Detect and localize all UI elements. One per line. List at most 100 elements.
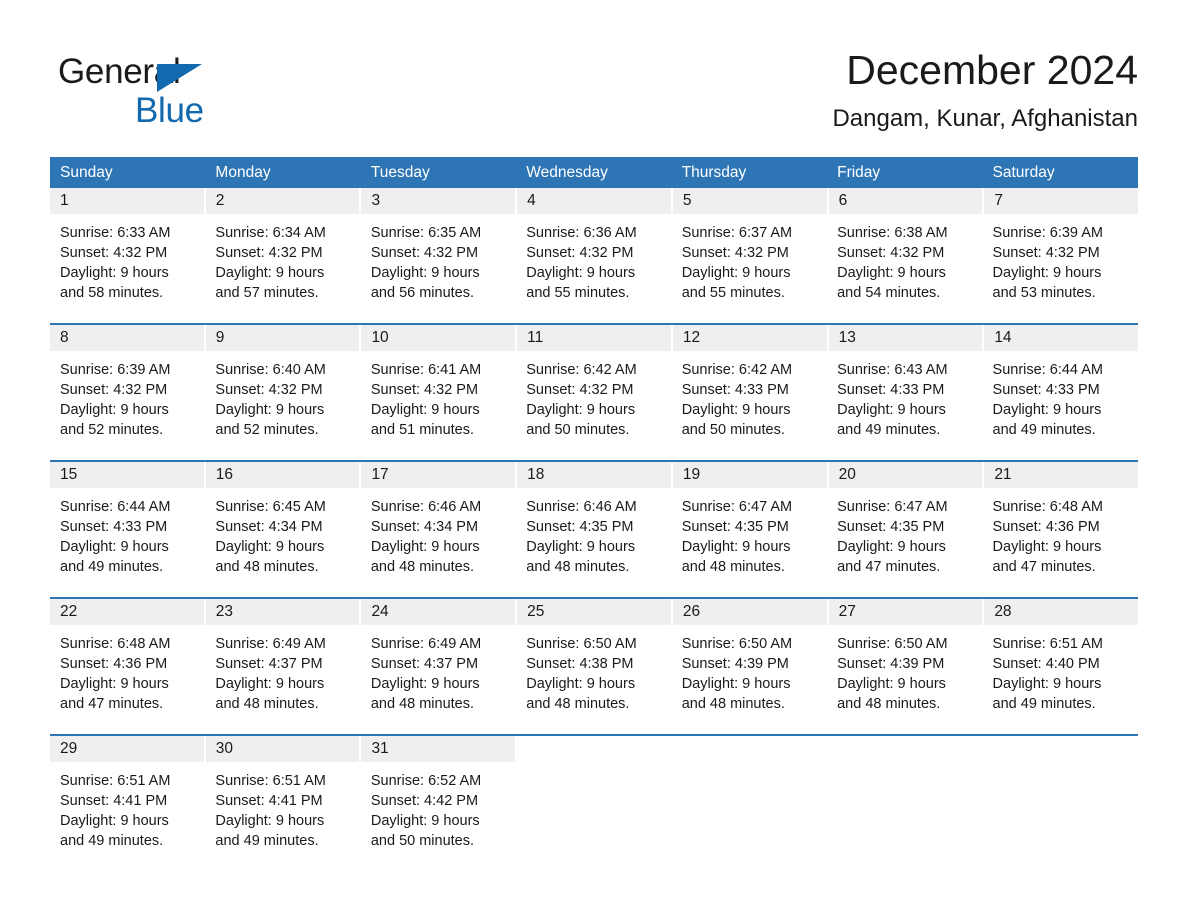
day-sunset-text: Sunset: 4:41 PM [215, 793, 323, 810]
day-number[interactable]: 15 [50, 462, 206, 488]
day-cell[interactable]: Sunrise: 6:47 AM Sunset: 4:35 PM Daylight:… [672, 488, 827, 597]
day-number[interactable]: 2 [205, 188, 362, 214]
day-sunrise-text: Sunrise: 6:37 AM [681, 225, 793, 241]
day-number[interactable]: 3 [361, 188, 518, 214]
day-number[interactable]: 20 [828, 462, 985, 488]
day-number[interactable]: 1 [50, 188, 206, 214]
day-number[interactable]: 12 [672, 325, 829, 351]
day-cell[interactable]: Sunrise: 6:36 AM Sunset: 4:32 PM Daylight:… [516, 214, 671, 323]
day-number[interactable]: 18 [517, 462, 673, 488]
day-cell[interactable]: Sunrise: 6:39 AM Sunset: 4:32 PM Daylight:… [50, 351, 205, 460]
day-number[interactable]: 8 [50, 325, 206, 351]
day-number[interactable]: 10 [361, 325, 518, 351]
day-sunrise-text: Sunrise: 6:45 AM [215, 499, 326, 515]
day-daylight-line2-text: and 48 minutes. [215, 696, 319, 713]
day-daylight-line1-text: Daylight: 9 hours [370, 813, 480, 830]
day-number[interactable]: 28 [984, 599, 1139, 625]
day-number[interactable]: 4 [517, 188, 673, 214]
day-number[interactable]: 30 [205, 736, 362, 762]
day-number[interactable]: 27 [828, 599, 985, 625]
day-cell[interactable]: Sunrise: 6:42 AM Sunset: 4:32 PM Daylight:… [516, 351, 671, 460]
day-number[interactable]: 16 [205, 462, 362, 488]
day-daylight-line2-text: and 50 minutes. [526, 422, 630, 439]
day-sunrise-text: Sunrise: 6:48 AM [60, 636, 171, 652]
weekday-header-thursday: Thursday [681, 164, 747, 181]
day-sunset-text: Sunset: 4:32 PM [837, 245, 945, 262]
generalblue-logo[interactable]: General Blue [58, 52, 318, 136]
day-cell[interactable]: Sunrise: 6:51 AM Sunset: 4:41 PM Daylight:… [205, 762, 360, 874]
day-cell[interactable]: Sunrise: 6:41 AM Sunset: 4:32 PM Daylight:… [361, 351, 516, 460]
day-cell[interactable]: Sunrise: 6:44 AM Sunset: 4:33 PM Daylight:… [983, 351, 1138, 460]
day-sunrise-text: Sunrise: 6:46 AM [370, 499, 482, 515]
day-number[interactable]: 5 [672, 188, 829, 214]
day-sunset-text: Sunset: 4:40 PM [992, 656, 1100, 673]
day-sunset-text: Sunset: 4:42 PM [370, 793, 479, 810]
day-cell[interactable]: Sunrise: 6:48 AM Sunset: 4:36 PM Daylight:… [983, 488, 1138, 597]
day-number[interactable]: 23 [205, 599, 362, 625]
day-cell[interactable]: Sunrise: 6:49 AM Sunset: 4:37 PM Daylight:… [205, 625, 360, 734]
day-daylight-line1-text: Daylight: 9 hours [681, 265, 791, 282]
day-cell[interactable]: Sunrise: 6:45 AM Sunset: 4:34 PM Daylight:… [205, 488, 360, 597]
day-cell[interactable]: Sunrise: 6:46 AM Sunset: 4:34 PM Daylight:… [361, 488, 516, 597]
day-sunrise-text: Sunrise: 6:52 AM [370, 773, 482, 789]
day-number[interactable]: 13 [828, 325, 985, 351]
day-cell[interactable]: Sunrise: 6:39 AM Sunset: 4:32 PM Daylight:… [983, 214, 1138, 323]
day-cell[interactable]: Sunrise: 6:37 AM Sunset: 4:32 PM Daylight:… [672, 214, 827, 323]
day-number[interactable]: 17 [361, 462, 518, 488]
day-daylight-line2-text: and 47 minutes. [992, 559, 1096, 576]
day-sunset-text: Sunset: 4:34 PM [370, 519, 479, 536]
day-cell[interactable]: Sunrise: 6:51 AM Sunset: 4:41 PM Daylight:… [50, 762, 205, 874]
day-cell[interactable]: Sunrise: 6:51 AM Sunset: 4:40 PM Daylight:… [983, 625, 1138, 734]
day-sunset-text: Sunset: 4:35 PM [837, 519, 945, 536]
day-number[interactable]: 19 [672, 462, 829, 488]
day-number[interactable]: 31 [361, 736, 518, 762]
day-cell[interactable]: Sunrise: 6:49 AM Sunset: 4:37 PM Daylight:… [361, 625, 516, 734]
day-cell[interactable]: Sunrise: 6:50 AM Sunset: 4:39 PM Daylight:… [827, 625, 982, 734]
day-sunrise-text: Sunrise: 6:38 AM [837, 225, 948, 241]
day-cell[interactable]: Sunrise: 6:44 AM Sunset: 4:33 PM Daylight:… [50, 488, 205, 597]
day-cell[interactable]: Sunrise: 6:35 AM Sunset: 4:32 PM Daylight:… [361, 214, 516, 323]
day-sunset-text: Sunset: 4:32 PM [526, 382, 634, 399]
weekday-header-wednesday: Wednesday [526, 164, 608, 181]
day-number[interactable]: 7 [984, 188, 1139, 214]
day-sunset-text: Sunset: 4:33 PM [837, 382, 945, 399]
day-number[interactable]: 9 [205, 325, 362, 351]
day-cell[interactable]: Sunrise: 6:33 AM Sunset: 4:32 PM Daylight:… [50, 214, 205, 323]
day-number[interactable]: 11 [517, 325, 673, 351]
day-cell[interactable]: Sunrise: 6:38 AM Sunset: 4:32 PM Daylight:… [827, 214, 982, 323]
day-cell-empty [983, 762, 1138, 874]
day-number[interactable]: 29 [50, 736, 206, 762]
day-cell[interactable]: Sunrise: 6:43 AM Sunset: 4:33 PM Daylight:… [827, 351, 982, 460]
day-number-row: 29 30 31 [50, 736, 1139, 762]
day-daylight-line2-text: and 55 minutes. [681, 285, 785, 302]
day-cell[interactable]: Sunrise: 6:48 AM Sunset: 4:36 PM Daylight:… [50, 625, 205, 734]
weekday-header-sunday: Sunday [60, 164, 113, 181]
day-cell[interactable]: Sunrise: 6:46 AM Sunset: 4:35 PM Daylight:… [516, 488, 671, 597]
day-cell[interactable]: Sunrise: 6:52 AM Sunset: 4:42 PM Daylight:… [361, 762, 516, 874]
day-cell[interactable]: Sunrise: 6:50 AM Sunset: 4:38 PM Daylight:… [516, 625, 671, 734]
day-sunset-text: Sunset: 4:32 PM [215, 382, 323, 399]
day-daylight-line1-text: Daylight: 9 hours [215, 265, 325, 282]
day-sunset-text: Sunset: 4:37 PM [215, 656, 323, 673]
title-block: December 2024 Dangam, Kunar, Afghanistan [832, 44, 1138, 135]
day-cell[interactable]: Sunrise: 6:34 AM Sunset: 4:32 PM Daylight:… [205, 214, 360, 323]
day-cell[interactable]: Sunrise: 6:50 AM Sunset: 4:39 PM Daylight:… [672, 625, 827, 734]
day-number[interactable]: 6 [828, 188, 985, 214]
day-number[interactable]: 14 [984, 325, 1139, 351]
day-number[interactable]: 21 [984, 462, 1139, 488]
day-number[interactable]: 25 [517, 599, 673, 625]
day-number[interactable]: 26 [672, 599, 829, 625]
day-daylight-line1-text: Daylight: 9 hours [992, 676, 1102, 693]
day-sunrise-text: Sunrise: 6:40 AM [215, 362, 326, 378]
day-cell[interactable]: Sunrise: 6:47 AM Sunset: 4:35 PM Daylight:… [827, 488, 982, 597]
day-daylight-line1-text: Daylight: 9 hours [60, 265, 169, 282]
day-number[interactable]: 22 [50, 599, 206, 625]
day-daylight-line2-text: and 54 minutes. [837, 285, 941, 302]
weekday-header-friday: Friday [837, 164, 881, 181]
day-cell[interactable]: Sunrise: 6:42 AM Sunset: 4:33 PM Daylight:… [672, 351, 827, 460]
day-daylight-line1-text: Daylight: 9 hours [60, 813, 169, 830]
calendar-week-row: 1 2 3 4 5 6 7 Sunrise: 6:33 AM Sunset: 4:32 PM Da… [50, 188, 1139, 323]
day-cell[interactable]: Sunrise: 6:40 AM Sunset: 4:32 PM Daylight:… [205, 351, 360, 460]
day-number[interactable]: 24 [361, 599, 518, 625]
day-daylight-line1-text: Daylight: 9 hours [526, 539, 636, 556]
